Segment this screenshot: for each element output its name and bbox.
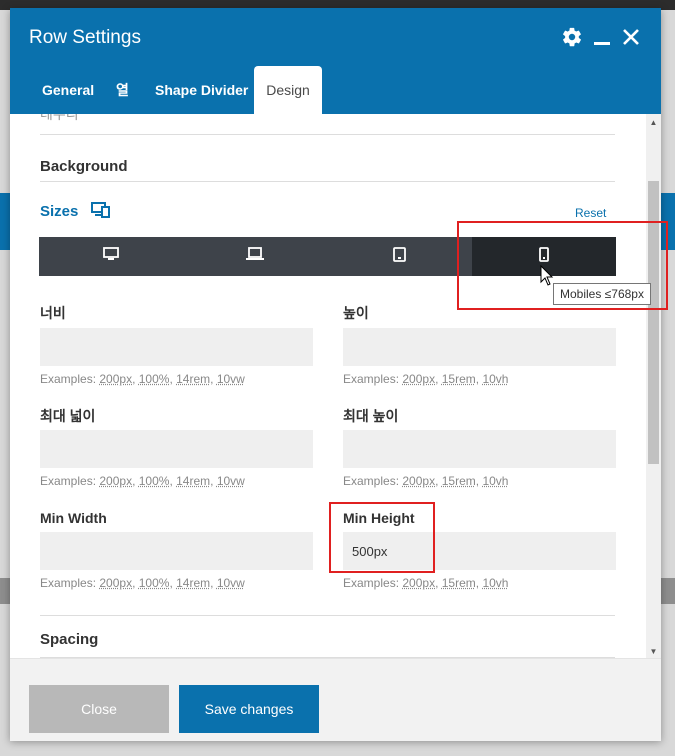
height-label: 높이 (343, 305, 369, 321)
background-page-band-right (661, 193, 675, 250)
scrollbar-thumb[interactable] (648, 181, 659, 464)
width-input[interactable] (40, 328, 313, 366)
example-option[interactable]: 200px (99, 372, 132, 386)
min-height-label: Min Height (343, 510, 415, 526)
dialog-body: 테두리 Background Sizes Reset 너비 Examples: … (10, 114, 661, 658)
example-option[interactable]: 10vw (217, 474, 245, 488)
section-background[interactable]: Background (40, 158, 128, 175)
min-width-examples: Examples: 200px, 100%, 14rem, 10vw (40, 576, 245, 590)
example-option[interactable]: 200px (99, 474, 132, 488)
minimize-icon[interactable] (592, 26, 612, 53)
dialog-title: Row Settings (29, 27, 141, 48)
example-option[interactable]: 15rem (442, 474, 476, 488)
example-option[interactable]: 14rem (176, 576, 210, 590)
divider (40, 615, 615, 616)
example-option[interactable]: 14rem (176, 372, 210, 386)
tablet-icon (392, 246, 406, 267)
section-spacing[interactable]: Spacing (40, 631, 98, 648)
example-option[interactable]: 200px (402, 474, 435, 488)
save-changes-button[interactable]: Save changes (179, 685, 319, 733)
example-option[interactable]: 14rem (176, 474, 210, 488)
max-height-input[interactable] (343, 430, 616, 468)
close-icon[interactable] (621, 26, 641, 53)
scroll-down-arrow-icon[interactable]: ▼ (646, 647, 661, 656)
example-option[interactable]: 100% (139, 474, 170, 488)
row-settings-dialog: Row Settings General 열 Shape Divider Des… (10, 8, 661, 741)
tab-columns[interactable]: 열 (116, 66, 129, 114)
min-width-input[interactable] (40, 532, 313, 570)
min-height-examples: Examples: 200px, 15rem, 10vh (343, 576, 509, 590)
tab-design[interactable]: Design (254, 66, 322, 114)
max-height-examples: Examples: 200px, 15rem, 10vh (343, 474, 509, 488)
gear-icon[interactable] (561, 26, 583, 53)
laptop-icon (246, 247, 264, 266)
width-label: 너비 (40, 305, 66, 321)
example-option[interactable]: 100% (139, 372, 170, 386)
tab-general[interactable]: General (42, 66, 94, 114)
device-switcher (39, 237, 616, 276)
device-laptop-button[interactable] (183, 237, 327, 276)
device-tablet-button[interactable] (327, 237, 471, 276)
height-input[interactable] (343, 328, 616, 366)
example-option[interactable]: 15rem (442, 576, 476, 590)
example-option[interactable]: 200px (402, 576, 435, 590)
mobile-icon (539, 246, 549, 267)
device-desktop-button[interactable] (39, 237, 183, 276)
min-height-input[interactable] (343, 532, 616, 570)
example-option[interactable]: 10vw (217, 372, 245, 386)
tab-shape-divider[interactable]: Shape Divider (155, 66, 248, 114)
min-width-label: Min Width (40, 510, 107, 526)
max-width-input[interactable] (40, 430, 313, 468)
example-option[interactable]: 10vh (482, 372, 508, 386)
reset-link[interactable]: Reset (575, 206, 606, 220)
section-border-partial: 테두리 (40, 114, 79, 122)
divider (40, 134, 615, 135)
max-width-label: 최대 넓이 (40, 408, 96, 424)
example-option[interactable]: 100% (139, 576, 170, 590)
device-tooltip: Mobiles ≤768px (553, 283, 651, 305)
dialog-footer: Close Save changes (10, 658, 661, 741)
divider (40, 181, 615, 182)
scrollbar[interactable]: ▲ ▼ (646, 114, 661, 658)
example-option[interactable]: 10vw (217, 576, 245, 590)
mouse-pointer-icon (540, 264, 554, 292)
responsive-devices-icon[interactable] (91, 201, 111, 224)
example-option[interactable]: 200px (99, 576, 132, 590)
example-option[interactable]: 15rem (442, 372, 476, 386)
height-examples: Examples: 200px, 15rem, 10vh (343, 372, 509, 386)
close-button[interactable]: Close (29, 685, 169, 733)
width-examples: Examples: 200px, 100%, 14rem, 10vw (40, 372, 245, 386)
dialog-header: Row Settings General 열 Shape Divider Des… (10, 8, 661, 114)
example-option[interactable]: 10vh (482, 474, 508, 488)
sizes-title[interactable]: Sizes (40, 203, 78, 220)
example-option[interactable]: 10vh (482, 576, 508, 590)
scroll-up-arrow-icon[interactable]: ▲ (646, 118, 661, 127)
max-width-examples: Examples: 200px, 100%, 14rem, 10vw (40, 474, 245, 488)
max-height-label: 최대 높이 (343, 408, 399, 424)
desktop-icon (103, 247, 119, 266)
example-option[interactable]: 200px (402, 372, 435, 386)
